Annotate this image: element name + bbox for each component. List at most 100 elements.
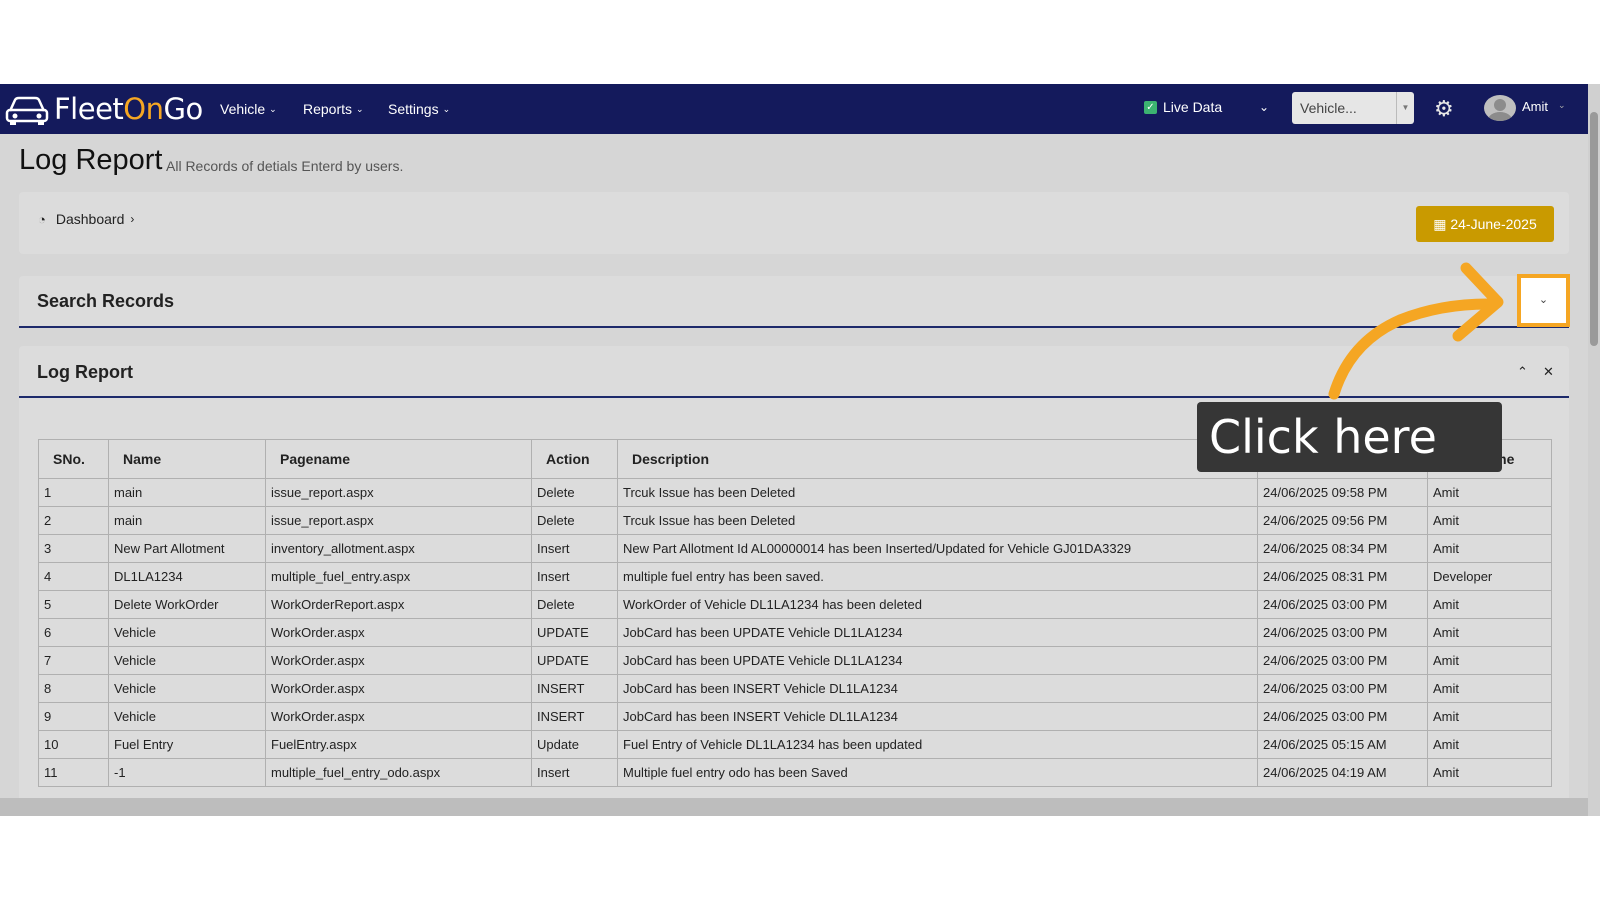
table-cell: 6 — [38, 618, 109, 647]
car-logo-icon — [5, 96, 49, 125]
table-row: 2 main issue_report.aspx Delete Trcuk Is… — [38, 506, 1552, 535]
table-cell: Delete — [531, 590, 618, 619]
table-cell: WorkOrder.aspx — [265, 646, 532, 675]
click-here-tooltip: Click here — [1197, 402, 1502, 472]
table-cell: 11 — [38, 758, 109, 787]
table-row: 8 Vehicle WorkOrder.aspx INSERT JobCard … — [38, 674, 1552, 703]
table-cell: issue_report.aspx — [265, 478, 532, 507]
log-table: SNo. Name Pagename Action Description Cr… — [38, 439, 1552, 787]
table-cell: multiple_fuel_entry.aspx — [265, 562, 532, 591]
table-cell: 24/06/2025 09:56 PM — [1257, 506, 1428, 535]
table-cell: 4 — [38, 562, 109, 591]
chevron-down-icon[interactable]: ⌄ — [1558, 100, 1566, 111]
table-cell: issue_report.aspx — [265, 506, 532, 535]
column-header[interactable]: Description — [617, 439, 1258, 479]
live-data-label: Live Data — [1163, 99, 1223, 115]
chevron-down-icon[interactable]: ⌄ — [1259, 100, 1269, 114]
table-cell: Amit — [1427, 730, 1552, 759]
table-cell: 8 — [38, 674, 109, 703]
column-header[interactable]: Pagename — [265, 439, 532, 479]
close-icon[interactable]: ✕ — [1543, 364, 1554, 380]
table-cell: Amit — [1427, 758, 1552, 787]
table-cell: JobCard has been UPDATE Vehicle DL1LA123… — [617, 646, 1258, 675]
table-cell: inventory_allotment.aspx — [265, 534, 532, 563]
top-navbar: FleetOnGo Vehicle ⌄ Reports ⌄ Settings ⌄ ✓ … — [0, 84, 1588, 134]
nav-menu-reports[interactable]: Reports ⌄ — [303, 84, 364, 134]
table-cell: Vehicle — [108, 702, 266, 731]
table-cell: WorkOrder of Vehicle DL1LA1234 has been … — [617, 590, 1258, 619]
table-cell: 9 — [38, 702, 109, 731]
table-row: 3 New Part Allotment inventory_allotment… — [38, 534, 1552, 563]
table-cell: -1 — [108, 758, 266, 787]
table-cell: Insert — [531, 534, 618, 563]
tooltip-text: Click here — [1209, 410, 1437, 464]
table-cell: 24/06/2025 09:58 PM — [1257, 478, 1428, 507]
table-cell: INSERT — [531, 674, 618, 703]
date-button[interactable]: ▦ 24-June-2025 — [1416, 206, 1554, 242]
table-cell: JobCard has been INSERT Vehicle DL1LA123… — [617, 702, 1258, 731]
table-cell: 24/06/2025 03:00 PM — [1257, 618, 1428, 647]
table-cell: FuelEntry.aspx — [265, 730, 532, 759]
breadcrumb-dashboard[interactable]: ◔ Dashboard › — [38, 211, 134, 227]
chevron-down-icon: ⌄ — [1525, 282, 1562, 319]
table-cell: multiple fuel entry has been saved. — [617, 562, 1258, 591]
table-row: 4 DL1LA1234 multiple_fuel_entry.aspx Ins… — [38, 562, 1552, 591]
table-row: 11 -1 multiple_fuel_entry_odo.aspx Inser… — [38, 758, 1552, 787]
table-cell: Vehicle — [108, 674, 266, 703]
nav-menu-label: Vehicle — [220, 101, 266, 117]
column-header[interactable]: Name — [108, 439, 266, 479]
table-cell: Delete — [531, 478, 618, 507]
table-cell: Vehicle — [108, 618, 266, 647]
vehicle-select[interactable]: Vehicle... ▼ — [1292, 92, 1414, 124]
table-cell: UPDATE — [531, 618, 618, 647]
nav-menu-settings[interactable]: Settings ⌄ — [388, 84, 450, 134]
table-cell: Delete — [531, 506, 618, 535]
table-cell: 24/06/2025 04:19 AM — [1257, 758, 1428, 787]
date-label: 24-June-2025 — [1450, 216, 1537, 232]
scrollbar-thumb[interactable] — [1590, 112, 1598, 346]
table-cell: Fuel Entry — [108, 730, 266, 759]
table-cell: UPDATE — [531, 646, 618, 675]
vertical-scrollbar[interactable] — [1588, 84, 1600, 816]
caret-down-icon[interactable]: ▼ — [1396, 92, 1414, 124]
page-subtitle: All Records of detials Enterd by users. — [166, 158, 404, 174]
column-header[interactable]: SNo. — [38, 439, 109, 479]
brand-name-part3: Go — [163, 92, 204, 126]
gear-icon[interactable]: ⚙ — [1434, 96, 1454, 122]
table-cell: DL1LA1234 — [108, 562, 266, 591]
table-row: 10 Fuel Entry FuelEntry.aspx Update Fuel… — [38, 730, 1552, 759]
avatar[interactable] — [1484, 95, 1516, 121]
chevron-down-icon: ⌄ — [269, 103, 277, 114]
live-data-toggle[interactable]: ✓ Live Data — [1144, 99, 1222, 115]
table-cell: WorkOrder.aspx — [265, 702, 532, 731]
table-cell: multiple_fuel_entry_odo.aspx — [265, 758, 532, 787]
check-icon[interactable]: ✓ — [1144, 100, 1157, 114]
nav-menu-label: Reports — [303, 101, 353, 117]
table-cell: 24/06/2025 03:00 PM — [1257, 702, 1428, 731]
table-cell: Amit — [1427, 674, 1552, 703]
log-report-title: Log Report — [37, 362, 133, 382]
nav-menu-vehicle[interactable]: Vehicle ⌄ — [220, 84, 277, 134]
page-title: Log Report — [19, 144, 163, 176]
table-cell: 5 — [38, 590, 109, 619]
column-header[interactable]: Action — [531, 439, 618, 479]
brand-name: FleetOnGo — [54, 92, 203, 126]
table-cell: Insert — [531, 758, 618, 787]
horizontal-scrollbar[interactable] — [0, 798, 1588, 816]
table-cell: 24/06/2025 03:00 PM — [1257, 646, 1428, 675]
table-cell: Developer — [1427, 562, 1552, 591]
table-cell: Amit — [1427, 534, 1552, 563]
table-cell: 3 — [38, 534, 109, 563]
table-cell: 24/06/2025 08:34 PM — [1257, 534, 1428, 563]
user-name[interactable]: Amit — [1522, 99, 1548, 114]
table-cell: 24/06/2025 03:00 PM — [1257, 674, 1428, 703]
table-cell: WorkOrder.aspx — [265, 618, 532, 647]
table-cell: Amit — [1427, 702, 1552, 731]
search-records-title: Search Records — [37, 291, 175, 311]
calendar-icon: ▦ — [1433, 216, 1447, 232]
brand-name-part1: Fleet — [54, 92, 124, 126]
brand-logo[interactable]: FleetOnGo — [4, 90, 203, 128]
table-cell: Amit — [1427, 506, 1552, 535]
table-cell: Delete WorkOrder — [108, 590, 266, 619]
search-records-expand-button[interactable]: ⌄ — [1517, 274, 1570, 327]
